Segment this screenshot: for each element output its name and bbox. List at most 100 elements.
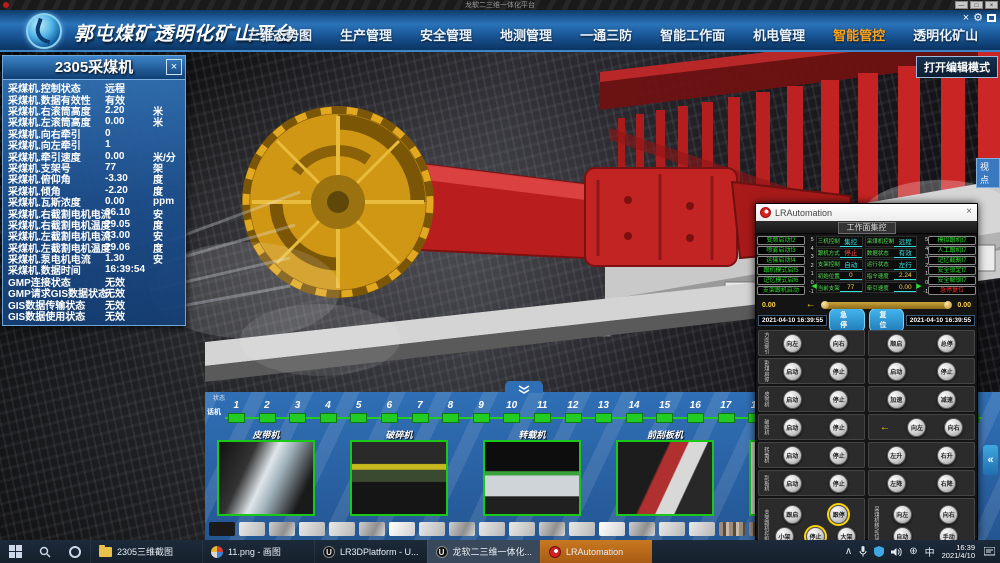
filmstrip-frame[interactable] bbox=[599, 522, 625, 536]
nav-item-9[interactable]: 透明化矿山 bbox=[899, 23, 992, 46]
filmstrip-frame[interactable] bbox=[569, 522, 595, 536]
round-button-停止[interactable]: 停止 bbox=[829, 474, 848, 493]
lr-left-func-button[interactable]: 运输启动f4 bbox=[757, 256, 805, 265]
round-button-停止[interactable]: 停止 bbox=[829, 390, 848, 409]
round-button-加速[interactable]: 加速 bbox=[887, 390, 906, 409]
round-button-启动[interactable]: 启动 bbox=[887, 362, 906, 381]
lr-left-func-button[interactable]: 支架跟机启动 bbox=[757, 286, 805, 295]
taskbar-task[interactable]: 11.png - 画图 bbox=[202, 540, 314, 563]
lr-right-func-button[interactable]: 急停复位 bbox=[928, 286, 976, 295]
round-button-向左[interactable]: 向左 bbox=[907, 418, 926, 437]
round-button-向右[interactable]: 向右 bbox=[939, 505, 958, 524]
close-button[interactable]: × bbox=[985, 1, 998, 9]
round-button-停止[interactable]: 停止 bbox=[829, 362, 848, 381]
unit-status-square[interactable] bbox=[405, 413, 436, 423]
nav-item-4[interactable]: 地测管理 bbox=[486, 23, 566, 46]
round-button-启动[interactable]: 启动 bbox=[783, 474, 802, 493]
unit-status-square[interactable] bbox=[711, 413, 742, 423]
unit-status-square[interactable] bbox=[282, 413, 313, 423]
unit-status-square[interactable] bbox=[496, 413, 527, 423]
filmstrip-frame[interactable] bbox=[419, 522, 445, 536]
filmstrip-frame[interactable] bbox=[689, 522, 715, 536]
filmstrip-frame[interactable] bbox=[479, 522, 505, 536]
panel-close-icon[interactable]: × bbox=[166, 59, 182, 75]
gear-icon[interactable]: ⚙ bbox=[973, 12, 983, 24]
lr-left-func-button[interactable]: 喷雾启动f3 bbox=[757, 246, 805, 255]
reset-button[interactable]: 复位 bbox=[869, 308, 904, 333]
unit-status-square[interactable] bbox=[619, 413, 650, 423]
estop-button[interactable]: 急停 bbox=[829, 308, 864, 333]
unit-status-square[interactable] bbox=[374, 413, 405, 423]
round-button-跟停[interactable]: 跟停 bbox=[829, 505, 848, 524]
tools-icon[interactable]: × bbox=[963, 12, 969, 24]
lr-right-func-button[interactable]: 安全解锁f7 bbox=[928, 276, 976, 285]
camera-thumbnail-皮带机[interactable] bbox=[217, 440, 315, 516]
filmstrip-frame[interactable] bbox=[509, 522, 535, 536]
nav-item-6[interactable]: 智能工作面 bbox=[646, 23, 739, 46]
unit-status-square[interactable] bbox=[558, 413, 589, 423]
network-icon[interactable]: ⊕ bbox=[909, 546, 917, 557]
ime-indicator[interactable]: 中 bbox=[925, 544, 935, 559]
taskbar-task[interactable]: U龙软二三维一体化... bbox=[427, 540, 541, 563]
shearer-position-slider[interactable] bbox=[824, 302, 950, 309]
chevron-up-icon[interactable]: ∧ bbox=[845, 546, 852, 557]
lr-left-func-button[interactable]: 记忆模式启f6 bbox=[757, 276, 805, 285]
round-button-减速[interactable]: 减速 bbox=[937, 390, 956, 409]
workface-control-tab[interactable]: 工作面集控 bbox=[838, 222, 896, 234]
unit-status-square[interactable] bbox=[466, 413, 497, 423]
filmstrip-frame[interactable] bbox=[239, 522, 265, 536]
filmstrip-frame[interactable] bbox=[299, 522, 325, 536]
filmstrip-frame[interactable] bbox=[659, 522, 685, 536]
cortana-button[interactable] bbox=[60, 540, 90, 563]
maximize-button[interactable]: □ bbox=[970, 1, 983, 9]
search-button[interactable] bbox=[30, 540, 60, 563]
lr-left-func-button[interactable]: 跟机模式启f5 bbox=[757, 266, 805, 275]
round-button-总停[interactable]: 总停 bbox=[937, 334, 956, 353]
filmstrip-frame[interactable] bbox=[629, 522, 655, 536]
filmstrip-frame[interactable] bbox=[359, 522, 385, 536]
lr-left-func-button[interactable]: 变频启动f2 bbox=[757, 236, 805, 245]
lr-right-func-button[interactable]: 模拟跟机f7 bbox=[928, 236, 976, 245]
camera-thumbnail-破碎机[interactable] bbox=[350, 440, 448, 516]
round-button-停止[interactable]: 停止 bbox=[829, 446, 848, 465]
round-button-启动[interactable]: 启动 bbox=[783, 418, 802, 437]
round-button-启动[interactable]: 启动 bbox=[783, 362, 802, 381]
unit-status-square[interactable] bbox=[313, 413, 344, 423]
lr-right-func-button[interactable]: 安全锁定f7 bbox=[928, 266, 976, 275]
lr-close-icon[interactable]: × bbox=[966, 206, 972, 217]
round-button-向左[interactable]: 向左 bbox=[893, 505, 912, 524]
unit-status-square[interactable] bbox=[680, 413, 711, 423]
lr-right-func-button[interactable]: 人工跟机f7 bbox=[928, 246, 976, 255]
nav-item-1[interactable]: 三维态势图 bbox=[233, 23, 326, 46]
unit-status-square[interactable] bbox=[649, 413, 680, 423]
nav-item-8[interactable]: 智能管控 bbox=[819, 23, 899, 46]
filmstrip-frame[interactable] bbox=[269, 522, 295, 536]
filmstrip-frame[interactable] bbox=[539, 522, 565, 536]
round-button-右升[interactable]: 右升 bbox=[937, 446, 956, 465]
round-button-向右[interactable]: 向右 bbox=[944, 418, 963, 437]
nav-item-2[interactable]: 生产管理 bbox=[326, 23, 406, 46]
viewpoint-tag[interactable]: 视点 bbox=[976, 158, 1000, 188]
round-button-停止[interactable]: 停止 bbox=[937, 362, 956, 381]
filmstrip-frame[interactable] bbox=[209, 522, 235, 536]
nav-item-3[interactable]: 安全管理 bbox=[406, 23, 486, 46]
open-edit-mode-button[interactable]: 打开编辑模式 bbox=[916, 56, 998, 78]
speaker-icon[interactable] bbox=[891, 547, 902, 557]
panel-collapse-button[interactable]: « bbox=[983, 445, 998, 475]
collapse-strip-button[interactable] bbox=[505, 381, 543, 393]
shield-icon[interactable] bbox=[874, 546, 884, 557]
round-button-停止[interactable]: 停止 bbox=[829, 418, 848, 437]
round-button-左降[interactable]: 左降 bbox=[887, 474, 906, 493]
filmstrip-frame[interactable] bbox=[389, 522, 415, 536]
unit-status-square[interactable] bbox=[588, 413, 619, 423]
filmstrip-frame[interactable] bbox=[329, 522, 355, 536]
unit-status-square[interactable] bbox=[527, 413, 558, 423]
unit-status-square[interactable] bbox=[343, 413, 374, 423]
lr-right-func-button[interactable]: 记忆截割f7 bbox=[928, 256, 976, 265]
filmstrip-frame[interactable] bbox=[719, 522, 745, 536]
unit-status-square[interactable] bbox=[221, 413, 252, 423]
minimize-button[interactable]: — bbox=[955, 1, 968, 9]
start-button[interactable] bbox=[0, 540, 30, 563]
camera-thumbnail-前刮板机[interactable] bbox=[616, 440, 714, 516]
fit-window-icon[interactable] bbox=[987, 14, 996, 22]
